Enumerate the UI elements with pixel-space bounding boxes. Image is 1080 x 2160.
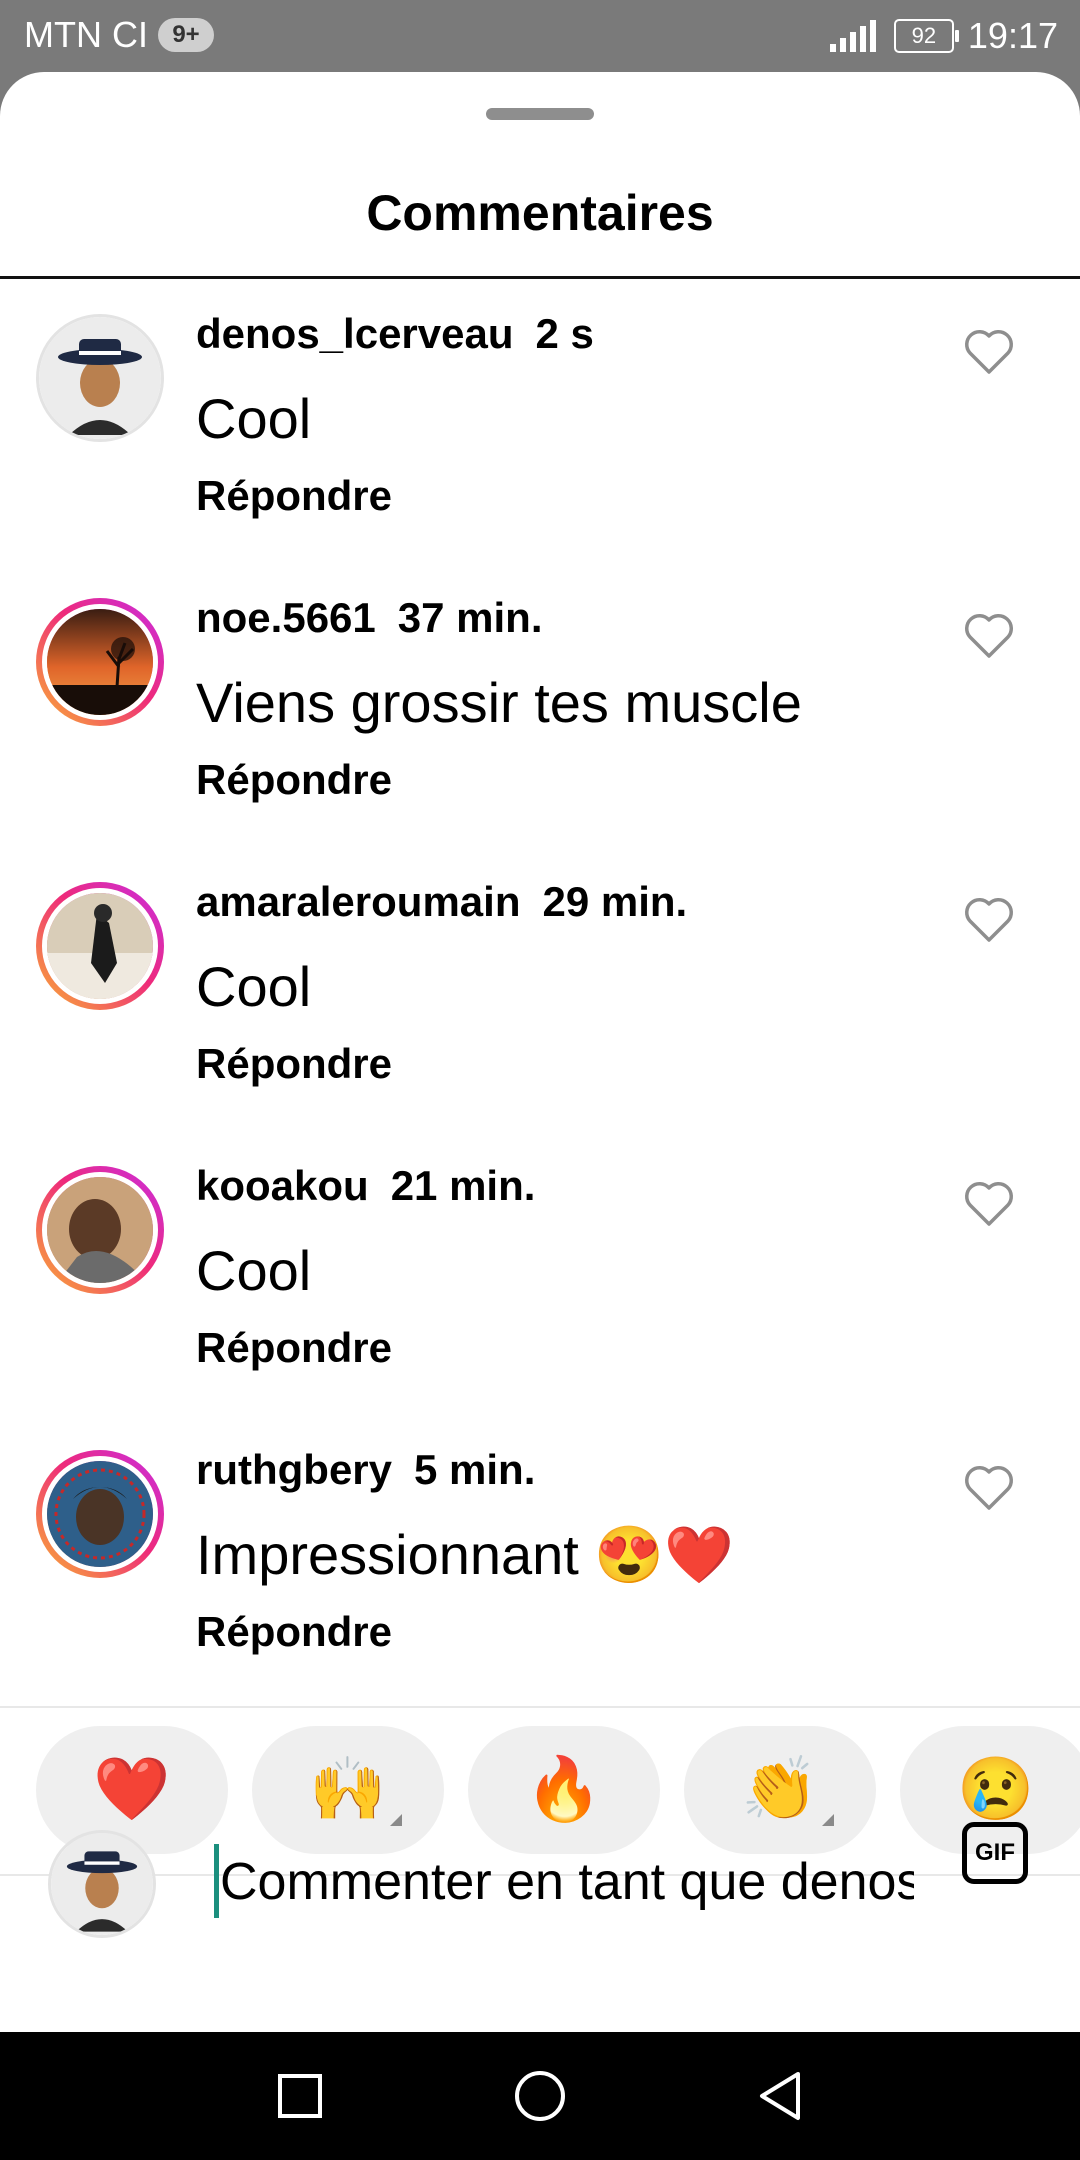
- comment-time: 29 min.: [542, 878, 688, 925]
- reaction-fire-button[interactable]: 🔥: [468, 1726, 660, 1854]
- comment-username[interactable]: amaraleroumain: [196, 878, 520, 925]
- sheet-title: Commentaires: [366, 185, 714, 241]
- reply-button[interactable]: Répondre: [196, 472, 392, 520]
- comment-username[interactable]: ruthgbery: [196, 1446, 392, 1493]
- like-heart-icon[interactable]: [962, 894, 1016, 944]
- comment-header: kooakou 21 min.: [196, 1162, 535, 1210]
- comment-header: ruthgbery 5 min.: [196, 1446, 535, 1494]
- comment-header: amaraleroumain 29 min.: [196, 878, 687, 926]
- comment-header: noe.5661 37 min.: [196, 594, 543, 642]
- comment-item: kooakou 21 min. Cool Répondre: [0, 1130, 1080, 1410]
- comments-sheet: Commentaires denos_lcerveau 2 s Cool Rép…: [0, 72, 1080, 2032]
- my-avatar: [48, 1830, 156, 1938]
- signal-icon: [824, 18, 880, 54]
- comment-item: denos_lcerveau 2 s Cool Répondre: [0, 278, 1080, 558]
- reply-button[interactable]: Répondre: [196, 1608, 392, 1656]
- comment-time: 5 min.: [414, 1446, 536, 1493]
- comment-header: denos_lcerveau 2 s: [196, 310, 594, 358]
- comment-text: Cool: [196, 955, 312, 1018]
- profile-photo: [42, 1456, 158, 1572]
- carrier-name: MTN CI: [24, 14, 148, 55]
- comment-time: 37 min.: [397, 594, 543, 641]
- avatar[interactable]: [36, 1166, 164, 1294]
- comment-item: amaraleroumain 29 min. Cool Répondre: [0, 846, 1080, 1126]
- comment-text: Impressionnant 😍❤️: [196, 1523, 734, 1586]
- battery-level: 92: [911, 23, 937, 48]
- comment-item: noe.5661 37 min. Viens grossir tes muscle…: [0, 562, 1080, 842]
- notification-count-badge: 9+: [158, 18, 214, 52]
- comment-item: ruthgbery 5 min. Impressionnant 😍❤️ Répon…: [0, 1414, 1080, 1694]
- crying-face-emoji: 😢: [957, 1755, 1035, 1824]
- bitmoji-avatar-icon: [39, 317, 161, 439]
- back-triangle-icon[interactable]: [748, 2064, 812, 2128]
- sunset-avatar: [42, 604, 158, 720]
- recents-square-icon[interactable]: [268, 2064, 332, 2128]
- profile-photo: [42, 1172, 158, 1288]
- navigation-bar: [0, 2032, 1080, 2160]
- quick-reactions: ❤️ 🙌 🔥 👏 😢: [36, 1726, 1080, 1854]
- comment-username[interactable]: noe.5661: [196, 594, 376, 641]
- skin-tone-indicator-icon: [390, 1814, 402, 1826]
- clock: 19:17: [967, 15, 1058, 56]
- skin-tone-indicator-icon: [822, 1814, 834, 1826]
- comment-username[interactable]: denos_lcerveau: [196, 310, 514, 357]
- profile-photo: [42, 888, 158, 1004]
- reply-button[interactable]: Répondre: [196, 1040, 392, 1088]
- reaction-clap-button[interactable]: 👏: [684, 1726, 876, 1854]
- avatar[interactable]: [36, 882, 164, 1010]
- avatar[interactable]: [36, 314, 164, 442]
- avatar[interactable]: [36, 598, 164, 726]
- like-heart-icon[interactable]: [962, 326, 1016, 376]
- comment-text: Cool: [196, 387, 312, 450]
- gif-button[interactable]: GIF: [962, 1822, 1028, 1884]
- fire-emoji: 🔥: [525, 1755, 603, 1824]
- comment-time: 2 s: [535, 310, 594, 357]
- drag-handle[interactable]: [486, 108, 594, 120]
- reply-button[interactable]: Répondre: [196, 1324, 392, 1372]
- home-circle-icon[interactable]: [508, 2064, 572, 2128]
- comment-text: Viens grossir tes muscle: [196, 671, 802, 734]
- reaction-heart-button[interactable]: ❤️: [36, 1726, 228, 1854]
- like-heart-icon[interactable]: [962, 1462, 1016, 1512]
- clapping-hands-emoji: 👏: [741, 1755, 819, 1824]
- like-heart-icon[interactable]: [962, 1178, 1016, 1228]
- divider: [0, 1706, 1080, 1708]
- comment-time: 21 min.: [390, 1162, 536, 1209]
- raised-hands-emoji: 🙌: [309, 1755, 387, 1824]
- battery-icon: 92: [893, 19, 959, 53]
- comment-username[interactable]: kooakou: [196, 1162, 369, 1209]
- avatar[interactable]: [36, 1450, 164, 1578]
- reaction-raised-hands-button[interactable]: 🙌: [252, 1726, 444, 1854]
- red-heart-emoji: ❤️: [93, 1755, 171, 1824]
- status-bar: MTN CI 9+ 92 19:17: [0, 0, 1080, 72]
- like-heart-icon[interactable]: [962, 610, 1016, 660]
- comment-input[interactable]: [216, 1844, 914, 1920]
- comment-text: Cool: [196, 1239, 312, 1302]
- reply-button[interactable]: Répondre: [196, 756, 392, 804]
- bitmoji-avatar-icon: [51, 1833, 153, 1935]
